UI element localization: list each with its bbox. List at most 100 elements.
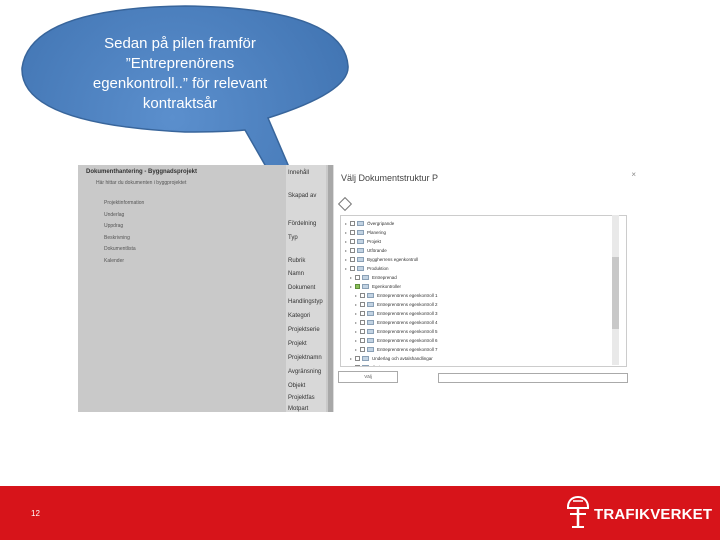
folder-icon [362, 284, 369, 289]
tree-scrollbar-thumb[interactable] [612, 257, 619, 329]
form-label: Projektnamn [288, 355, 322, 361]
tree-label: Entreprenörens egenkontroll 3 [377, 311, 438, 316]
form-label: Handlingstyp [288, 299, 323, 305]
left-panel-item[interactable]: Underlag [104, 212, 144, 224]
tree-label: Entreprenörens egenkontroll 2 [377, 302, 438, 307]
tree-checkbox[interactable] [355, 365, 360, 366]
form-label: Avgränsning [288, 369, 322, 375]
tree-row[interactable]: ▸ Produktion [345, 264, 389, 273]
folder-icon [367, 311, 374, 316]
tree-row[interactable]: ▸ Entreprenörens egenkontroll 4 [355, 318, 438, 327]
trafikverket-logo-icon [567, 495, 589, 528]
form-label: Motpart [288, 406, 309, 412]
form-label: Skapad av [288, 193, 317, 199]
left-panel-header: Dokumenthantering - Byggnadsprojekt [86, 169, 198, 175]
diamond-icon [337, 196, 353, 212]
tree-checkbox[interactable] [350, 257, 355, 262]
tree-checkbox[interactable] [360, 302, 365, 307]
left-panel-list: Projektinformation Underlag Uppdrag Besk… [104, 200, 144, 269]
tree-checkbox[interactable] [360, 293, 365, 298]
tree-row[interactable]: ▸ Utförande [345, 246, 387, 255]
tree-checkbox[interactable] [350, 239, 355, 244]
tree-checkbox[interactable] [350, 221, 355, 226]
tree-checkbox[interactable] [355, 284, 360, 289]
tree-row[interactable]: ▸ Entreprenörens egenkontroll 7 [355, 345, 438, 354]
callout-line-2: ”Entreprenörens [125, 55, 235, 72]
folder-icon [357, 239, 364, 244]
form-label: Typ [288, 235, 298, 241]
folder-icon [357, 248, 364, 253]
tree-row[interactable]: ▸ Entreprenörens egenkontroll 2 [355, 300, 438, 309]
tree-label: Entreprenörens egenkontroll 1 [377, 293, 438, 298]
tree-checkbox[interactable] [350, 248, 355, 253]
form-label: Projektfas [288, 395, 315, 401]
callout-line-1: Sedan på pilen framför [104, 35, 256, 52]
tree-row[interactable]: ▸ Egenkontroller [350, 282, 401, 291]
left-panel-item[interactable]: Projektinformation [104, 200, 144, 212]
tree-row[interactable]: ▸ Entreprenörens egenkontroll 5 [355, 327, 438, 336]
tree-label: Entreprenörens egenkontroll 5 [377, 329, 438, 334]
tree-checkbox[interactable] [360, 329, 365, 334]
form-label: Kategori [288, 313, 311, 319]
footer-bar: 12 TRAFIKVERKET [0, 486, 720, 540]
form-panel: Innehåll Skapad av Fördelning Typ Rubrik… [286, 165, 326, 412]
tree-label: Underlag och avtalshandlingar [372, 356, 433, 361]
form-label: Dokument [288, 285, 316, 291]
tree-label: Entreprenörens egenkontroll 6 [377, 338, 438, 343]
left-panel-item[interactable]: Kalender [104, 258, 144, 270]
tree-row[interactable]: ▸ Entreprenad [350, 273, 397, 282]
folder-icon [362, 275, 369, 280]
tree-row[interactable]: ▸ Entreprenörens egenkontroll 1 [355, 291, 438, 300]
folder-icon [367, 338, 374, 343]
folder-icon [367, 347, 374, 352]
form-label: Projektserie [288, 327, 320, 333]
tree-row[interactable]: ▸Övrigt [350, 363, 384, 366]
tree-label: Egenkontroller [372, 284, 402, 289]
dialog-title: Välj Dokumentstruktur P [341, 173, 439, 183]
close-icon[interactable]: × [631, 170, 636, 179]
tree-row[interactable]: ▸ Projekt [345, 237, 381, 246]
callout-line-3: egenkontroll..” för relevant [92, 75, 268, 92]
tree-label: Entreprenörens egenkontroll 4 [377, 320, 438, 325]
folder-icon [367, 293, 374, 298]
embedded-screenshot: Dokumenthantering - Byggnadsprojekt Här … [78, 165, 641, 412]
folder-icon [362, 365, 369, 366]
form-label: Projekt [288, 341, 307, 347]
tree-row[interactable]: ▸ Planering [345, 228, 386, 237]
tree-checkbox[interactable] [355, 275, 360, 280]
left-panel-item[interactable]: Uppdrag [104, 223, 144, 235]
folder-icon [357, 221, 364, 226]
tree-checkbox[interactable] [360, 311, 365, 316]
callout-line-4: kontraktsår [142, 95, 218, 112]
tree-row[interactable]: ▸ Byggherrens egenkontroll [345, 255, 418, 264]
folder-icon [367, 329, 374, 334]
select-button[interactable]: Välj [338, 371, 398, 383]
tree-row[interactable]: ▸ Övergripande [345, 219, 394, 228]
tree-label: Produktion [367, 266, 389, 271]
form-label: Rubrik [288, 258, 306, 264]
tree-checkbox[interactable] [360, 347, 365, 352]
left-panel-item[interactable]: Beskrivning [104, 235, 144, 247]
folder-icon [362, 356, 369, 361]
tree-label: Byggherrens egenkontroll [367, 257, 419, 262]
tree-label: Projekt [367, 239, 382, 244]
tree-checkbox[interactable] [350, 266, 355, 271]
page-number: 12 [31, 509, 40, 518]
tree-label: Planering [367, 230, 387, 235]
form-label: Objekt [288, 383, 306, 389]
logo-text: TRAFIKVERKET [594, 506, 713, 523]
form-label: Innehåll [288, 170, 310, 176]
tree-row[interactable]: ▸ Entreprenörens egenkontroll 3 [355, 309, 438, 318]
tree-checkbox[interactable] [360, 338, 365, 343]
tree-row[interactable]: ▸ Entreprenörens egenkontroll 6 [355, 336, 438, 345]
left-panel-item[interactable]: Dokumentlista [104, 246, 144, 258]
folder-icon [367, 320, 374, 325]
path-input[interactable] [438, 373, 628, 383]
tree-row[interactable]: ▸ Underlag och avtalshandlingar [350, 354, 433, 363]
tree-label: Utförande [367, 248, 387, 253]
tree-label: Övergripande [367, 221, 395, 226]
tree-checkbox[interactable] [355, 356, 360, 361]
tree-checkbox[interactable] [350, 230, 355, 235]
tree-checkbox[interactable] [360, 320, 365, 325]
left-panel-subtitle: Här hittar du dokumenten i byggprojektet [96, 180, 187, 186]
